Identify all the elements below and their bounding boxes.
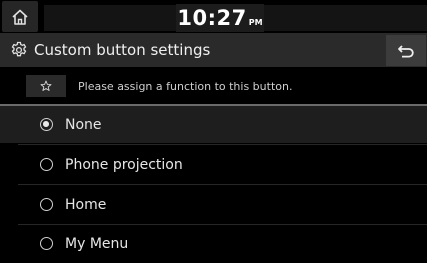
option-label: My Menu [65,235,129,252]
clock-time: 10:27 [177,6,247,30]
star-icon [40,80,52,91]
gear-icon [11,41,27,57]
clock-ampm: PM [248,18,263,27]
status-bar: 10:27 PM [0,0,427,33]
radio-unselected[interactable] [40,198,53,211]
home-button[interactable] [2,1,38,32]
option-label: Phone projection [65,156,183,173]
star-icon-box [26,75,66,97]
back-button[interactable] [386,35,426,66]
option-my-menu[interactable]: My Menu [0,225,427,262]
home-icon [12,9,28,25]
hint-text: Please assign a function to this button. [78,79,293,93]
radio-unselected[interactable] [40,237,53,250]
option-label: None [65,116,102,133]
option-label: Home [65,196,107,213]
clock: 10:27 PM [176,4,264,32]
option-phone-projection[interactable]: Phone projection [0,146,427,183]
hint-row: Please assign a function to this button. [26,75,292,97]
page-title: Custom button settings [34,41,211,59]
divider [18,184,427,185]
divider [18,144,427,145]
radio-selected[interactable] [40,118,53,131]
option-none[interactable]: None [0,106,427,143]
radio-unselected[interactable] [40,158,53,171]
back-arrow-icon [398,44,414,57]
title-bar: Custom button settings [0,33,427,67]
option-home[interactable]: Home [0,186,427,223]
